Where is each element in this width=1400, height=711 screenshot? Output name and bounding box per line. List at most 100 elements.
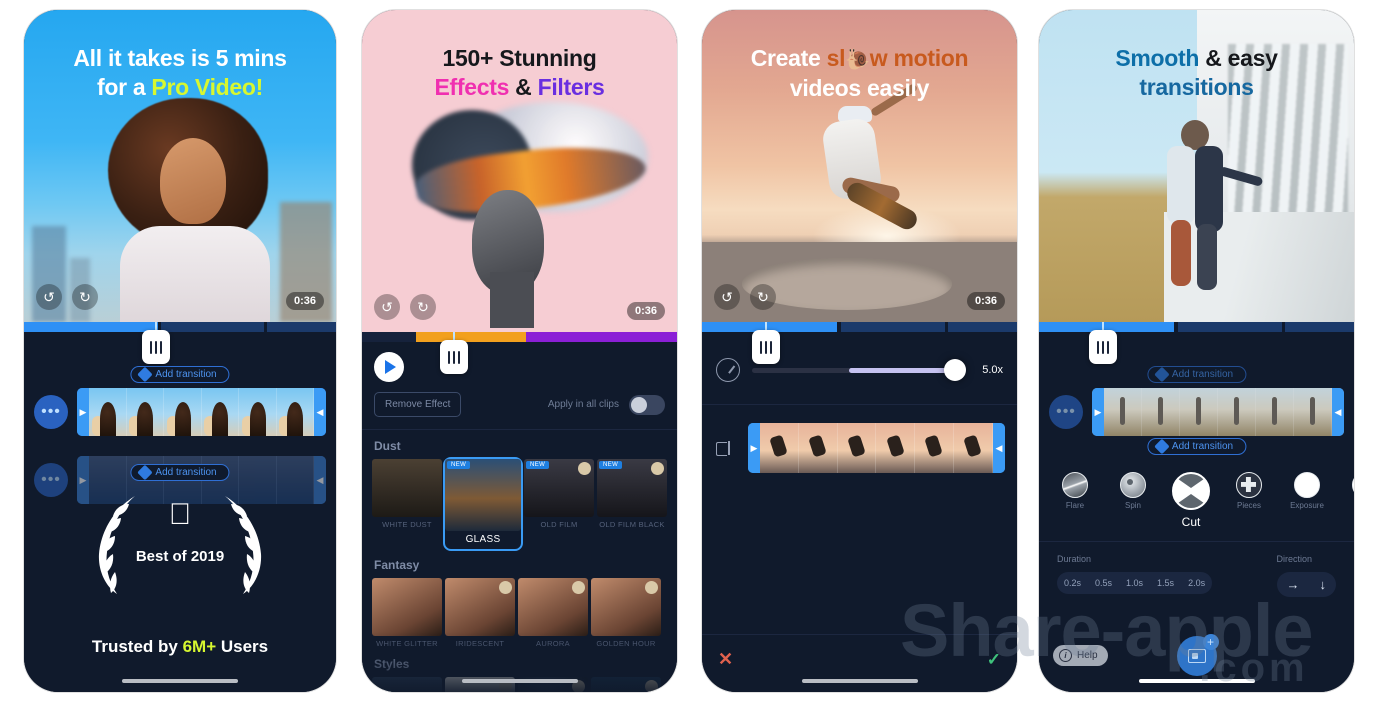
effect-label-selected: GLASS bbox=[465, 534, 501, 545]
headline3-create: Create bbox=[750, 45, 827, 71]
add-transition-button-top[interactable]: Add transition bbox=[130, 366, 230, 383]
headline4-easy: & easy bbox=[1199, 45, 1278, 71]
effect-item[interactable]: NEW OLD FILM bbox=[524, 459, 594, 549]
headline2-filters: Filters bbox=[537, 74, 605, 101]
apply-all-toggle[interactable] bbox=[629, 394, 665, 415]
clip-trim-left-3[interactable]: ▶ bbox=[748, 423, 760, 473]
effect-item[interactable] bbox=[591, 677, 661, 692]
trusted-line: Trusted by 6M+ Users bbox=[24, 637, 336, 657]
transition-option[interactable]: Exposure bbox=[1279, 472, 1335, 510]
editor-panel-1: Add transition ••• ▶ ◀ Add transition ••… bbox=[24, 332, 336, 692]
check-icon[interactable]: ✓ bbox=[987, 650, 1001, 670]
transition-label-selected: Cut bbox=[1181, 515, 1201, 529]
playhead-handle-4[interactable] bbox=[1089, 330, 1117, 364]
remove-effect-button[interactable]: Remove Effect bbox=[374, 392, 462, 417]
lock-icon bbox=[651, 462, 664, 475]
effect-row-dust[interactable]: WHITE DUST NEW GLASS NEW OLD FILM NEW OL… bbox=[362, 457, 677, 551]
video-clip-3[interactable]: ▶ ◀ bbox=[748, 423, 1005, 473]
duration-option[interactable]: 1.0s bbox=[1119, 572, 1150, 594]
direction-down-icon[interactable]: ↓ bbox=[1310, 572, 1337, 597]
headline2-amp: & bbox=[509, 74, 538, 101]
transition-option[interactable]: Flare bbox=[1047, 472, 1103, 510]
timeline-strip-1[interactable] bbox=[24, 322, 336, 364]
effect-item[interactable]: GOLDEN HOUR bbox=[591, 578, 661, 648]
undo-icon[interactable]: ↺ bbox=[36, 284, 62, 310]
duration-option[interactable]: 0.2s bbox=[1057, 572, 1088, 594]
redo-icon-2[interactable]: ↻ bbox=[410, 294, 436, 320]
transition-option-partial[interactable]: L bbox=[1337, 472, 1354, 510]
video-clip-4[interactable]: ▶ ◀ bbox=[1092, 388, 1344, 436]
playhead-handle-1[interactable] bbox=[142, 330, 171, 364]
transition-option-selected[interactable]: Cut bbox=[1163, 472, 1219, 529]
timeline-strip-3[interactable] bbox=[702, 322, 1017, 364]
home-indicator-1 bbox=[122, 679, 238, 683]
timeline-strip-4[interactable] bbox=[1039, 322, 1354, 364]
laurel-left-icon bbox=[98, 496, 135, 594]
clip-track-1[interactable]: ••• ▶ ◀ bbox=[24, 332, 336, 436]
undo-icon-3[interactable]: ↺ bbox=[714, 284, 740, 310]
effect-item[interactable]: WHITE DUST bbox=[372, 459, 442, 549]
redo-icon[interactable]: ↻ bbox=[72, 284, 98, 310]
clip-options-icon-4[interactable]: ••• bbox=[1049, 395, 1083, 429]
transition-option[interactable]: Spin bbox=[1105, 472, 1161, 510]
duration-header: Duration bbox=[1057, 554, 1092, 564]
video-clip-1[interactable]: ▶ ◀ bbox=[77, 388, 326, 436]
video-preview-3[interactable]: Create sl🐌w motion videos easily ↺ ↻ 0:3… bbox=[702, 10, 1017, 322]
effect-timeline-strip[interactable] bbox=[362, 332, 677, 374]
undo-icon-2[interactable]: ↺ bbox=[374, 294, 400, 320]
effect-thumbnail bbox=[591, 677, 661, 692]
effect-label: GOLDEN HOUR bbox=[596, 639, 656, 648]
time-badge-3: 0:36 bbox=[966, 292, 1005, 310]
video-preview-2[interactable]: 150+ Stunning Effects & Filters ↺ ↻ 0:36 bbox=[362, 10, 677, 332]
speed-slider[interactable] bbox=[752, 359, 966, 381]
lock-icon bbox=[578, 462, 591, 475]
direction-options[interactable]: → ↓ bbox=[1276, 572, 1337, 597]
speed-slider-knob[interactable] bbox=[943, 359, 966, 381]
effect-item[interactable]: NEW OLD FILM BLACK bbox=[597, 459, 667, 549]
bottom-action-bar: i Help + bbox=[1039, 633, 1354, 676]
effect-item-selected[interactable]: NEW GLASS bbox=[443, 457, 523, 551]
apple-logo-icon:  bbox=[169, 500, 192, 530]
effect-row-fantasy[interactable]: WHITE GLITTER IRIDESCENT AURORA GOLDEN H… bbox=[362, 578, 677, 648]
play-button[interactable] bbox=[374, 352, 404, 382]
transition-option[interactable]: Pieces bbox=[1221, 472, 1277, 510]
transition-label: Flare bbox=[1065, 501, 1085, 510]
effects-panel: Remove Effect Apply in all clips Dust WH… bbox=[362, 342, 677, 692]
close-icon[interactable]: ✕ bbox=[718, 649, 733, 670]
playhead-handle-3[interactable] bbox=[752, 330, 780, 364]
clip-trim-right-4[interactable]: ◀ bbox=[1332, 388, 1344, 436]
clip-track-4[interactable]: ••• ▶ ◀ bbox=[1039, 332, 1354, 436]
clip-options-icon-1[interactable]: ••• bbox=[34, 395, 68, 429]
duration-option[interactable]: 1.5s bbox=[1150, 572, 1181, 594]
playhead-handle-2[interactable] bbox=[440, 340, 469, 374]
effect-category-styles: Styles bbox=[374, 657, 410, 671]
duration-option[interactable]: 0.5s bbox=[1088, 572, 1119, 594]
add-transition-button-bottom[interactable]: Add transition bbox=[130, 464, 230, 481]
add-media-button[interactable]: + bbox=[1176, 633, 1219, 676]
duration-option[interactable]: 2.0s bbox=[1181, 572, 1212, 594]
duration-options[interactable]: 0.2s 0.5s 1.0s 1.5s 2.0s bbox=[1057, 572, 1213, 594]
direction-right-icon[interactable]: → bbox=[1277, 572, 1310, 597]
video-preview-4[interactable]: Smooth & easy transitions bbox=[1039, 10, 1354, 322]
redo-icon-3[interactable]: ↻ bbox=[750, 284, 776, 310]
clip-trim-left-4[interactable]: ▶ bbox=[1092, 388, 1104, 436]
effect-item[interactable]: IRIDESCENT bbox=[445, 578, 515, 648]
speaker-icon[interactable] bbox=[714, 438, 738, 458]
plus-icon: + bbox=[1202, 633, 1219, 650]
add-transition-button-top-4[interactable]: Add transition bbox=[1146, 366, 1247, 383]
clip-trim-left-1[interactable]: ▶ bbox=[77, 388, 89, 436]
lock-icon bbox=[572, 581, 585, 594]
effect-item[interactable] bbox=[372, 677, 442, 692]
pieces-icon bbox=[1236, 472, 1262, 498]
add-transition-button-active[interactable]: Add transition bbox=[1146, 438, 1247, 455]
clip-trim-right-3[interactable]: ◀ bbox=[993, 423, 1005, 473]
video-preview-1[interactable]: All it takes is 5 mins for a Pro Video! … bbox=[24, 10, 336, 322]
phone-screen-transitions: Smooth & easy transitions Add transition… bbox=[1039, 10, 1354, 692]
help-button[interactable]: i Help bbox=[1053, 645, 1108, 666]
effect-item[interactable]: WHITE GLITTER bbox=[372, 578, 442, 648]
headline-line2-highlight: Pro Video! bbox=[151, 74, 264, 101]
clip-trim-right-1[interactable]: ◀ bbox=[314, 388, 326, 436]
effect-item[interactable]: AURORA bbox=[518, 578, 588, 648]
clip-track-3[interactable]: ▶ ◀ bbox=[702, 405, 1017, 491]
transition-options-row[interactable]: Flare Spin Cut Pieces Exposure bbox=[1039, 460, 1354, 537]
